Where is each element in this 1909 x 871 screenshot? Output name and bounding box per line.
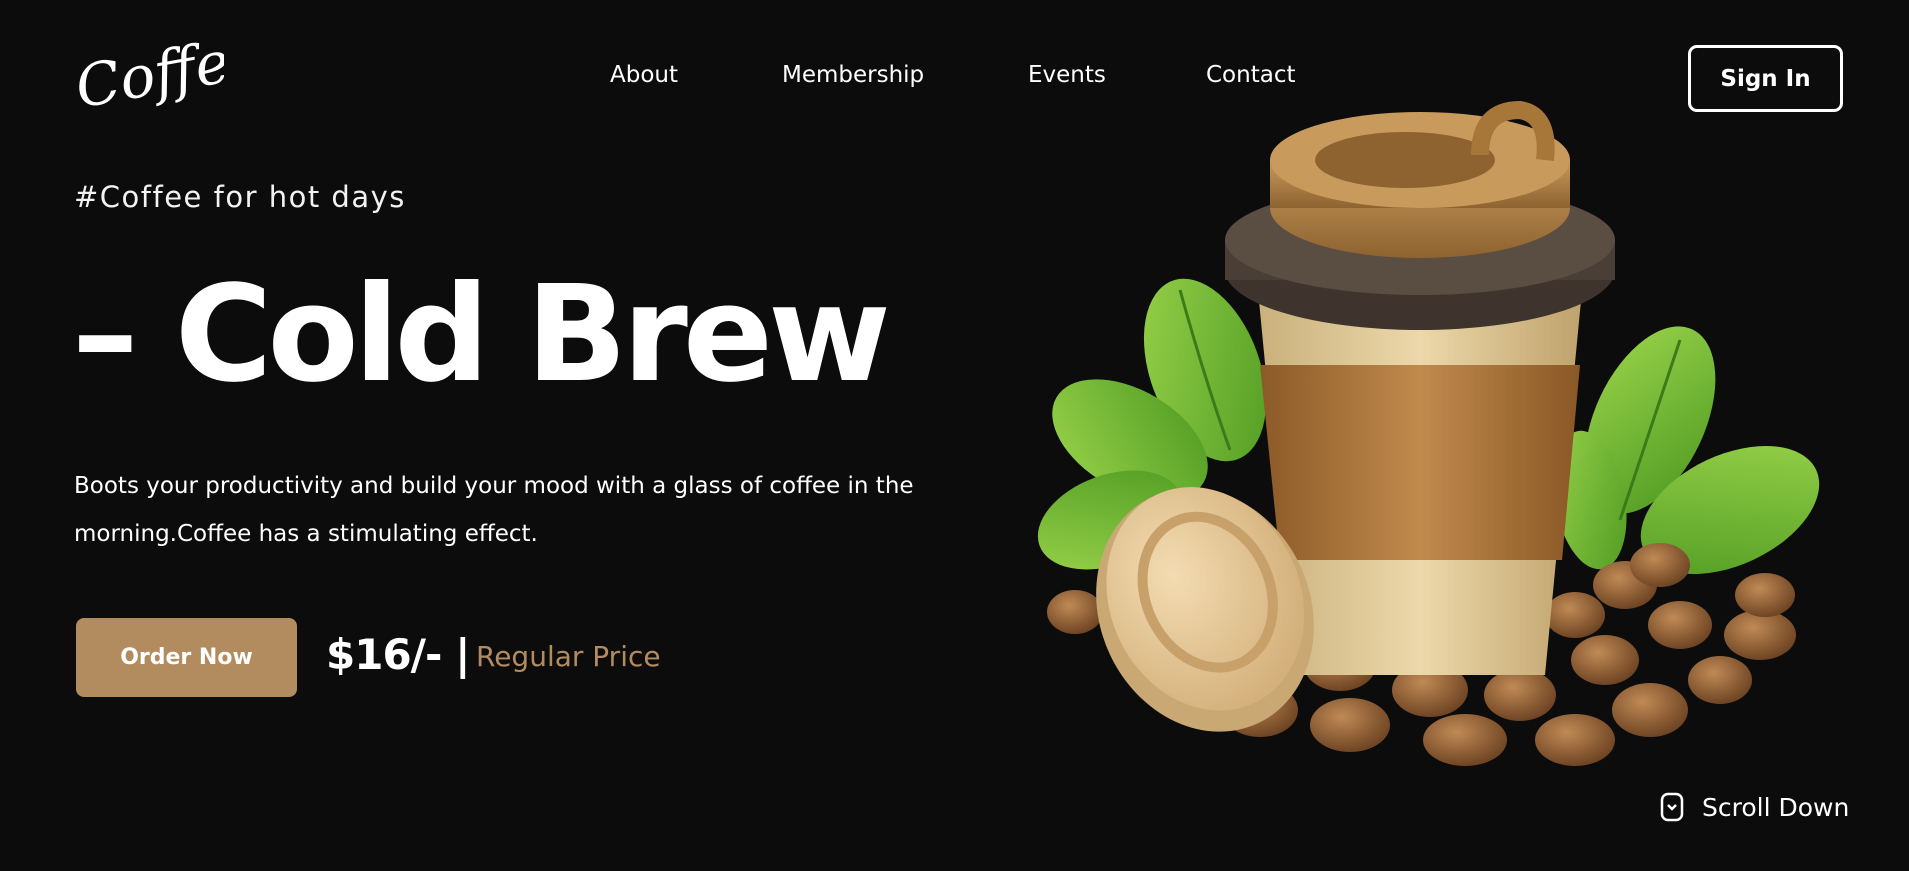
order-now-button[interactable]: Order Now <box>76 618 297 697</box>
mouse-scroll-icon <box>1660 792 1684 822</box>
hero-tagline: #Coffee for hot days <box>74 180 406 214</box>
nav-link-membership[interactable]: Membership <box>782 62 924 88</box>
nav-link-contact[interactable]: Contact <box>1206 62 1295 88</box>
hero-headline: – Cold Brew <box>72 258 891 412</box>
cup-sleeve <box>1260 365 1580 560</box>
nav-link-about[interactable]: About <box>610 62 678 88</box>
hero-description: Boots your productivity and build your m… <box>74 473 914 547</box>
scroll-down-link[interactable]: Scroll Down <box>1660 790 1849 824</box>
scroll-down-label: Scroll Down <box>1702 792 1850 822</box>
price-value: $16/- | <box>326 630 470 679</box>
coffee-cup-illustration <box>1030 100 1830 780</box>
nav-link-events[interactable]: Events <box>1028 62 1106 88</box>
main-nav: About Membership Events Contact <box>0 62 1909 96</box>
price-label: Regular Price <box>476 640 661 673</box>
